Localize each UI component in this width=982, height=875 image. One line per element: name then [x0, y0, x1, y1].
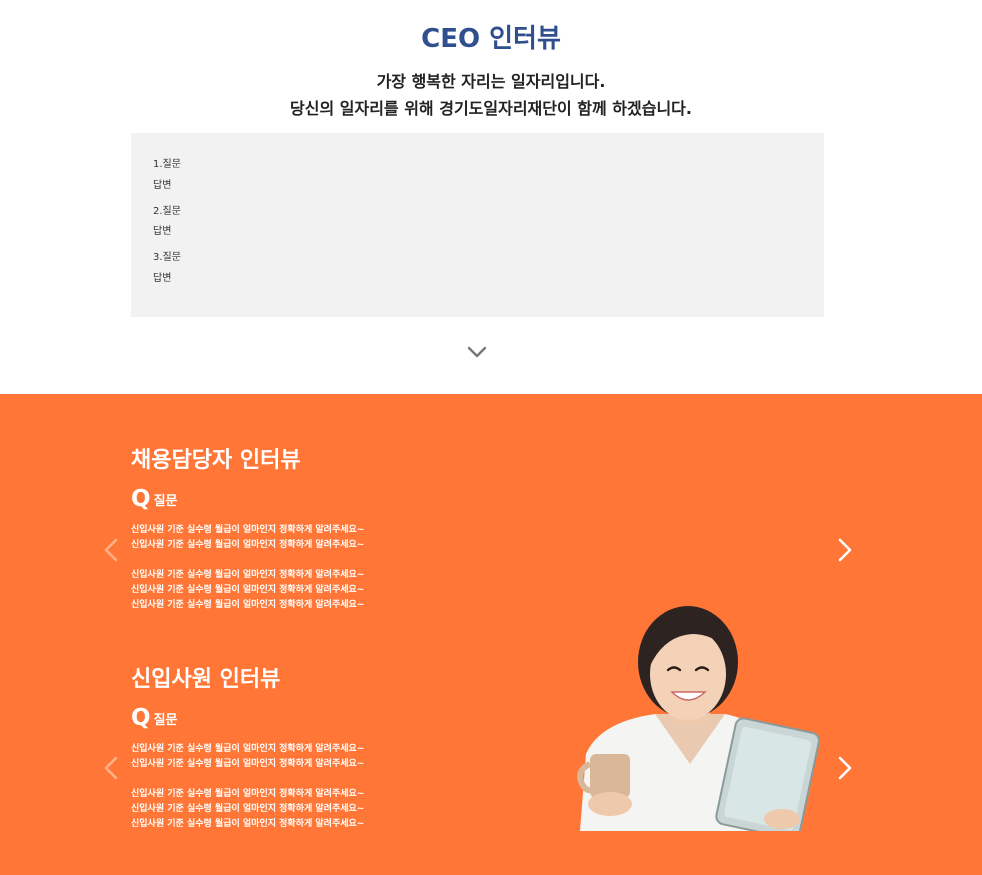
chevron-right-icon[interactable] [836, 537, 854, 563]
newhire-line-5: 신입사원 기준 실수령 월급이 얼마인지 정확하게 알려주세요~ [131, 819, 365, 829]
answer-1: 답변 [153, 180, 172, 191]
question-3: 3.질문 [153, 252, 181, 263]
question-label: 질문 [153, 493, 178, 509]
chevron-left-icon[interactable] [102, 537, 120, 563]
question-label: 질문 [153, 712, 178, 728]
recruiter-question-header: Q 질문 [131, 487, 177, 511]
chevron-down-icon[interactable] [466, 344, 488, 360]
woman-with-cup-and-tablet-photo [577, 606, 820, 831]
page: CEO 인터뷰 가장 행복한 자리는 일자리입니다. 당신의 일자리를 위해 경… [0, 0, 982, 875]
ceo-title: CEO 인터뷰 [421, 24, 561, 54]
question-1: 1.질문 [153, 159, 181, 170]
newhire-line-2: 신입사원 기준 실수령 월급이 얼마인지 정확하게 알려주세요~ [131, 759, 365, 769]
newhire-interview-title: 신입사원 인터뷰 [131, 667, 281, 692]
recruiter-line-5: 신입사원 기준 실수령 월급이 얼마인지 정확하게 알려주세요~ [131, 600, 365, 610]
newhire-line-3: 신입사원 기준 실수령 월급이 얼마인지 정확하게 알려주세요~ [131, 789, 365, 799]
recruiter-line-2: 신입사원 기준 실수령 월급이 얼마인지 정확하게 알려주세요~ [131, 540, 365, 550]
ceo-interview-section: CEO 인터뷰 가장 행복한 자리는 일자리입니다. 당신의 일자리를 위해 경… [0, 0, 982, 394]
recruiter-line-3: 신입사원 기준 실수령 월급이 얼마인지 정확하게 알려주세요~ [131, 570, 365, 580]
chevron-left-icon[interactable] [102, 755, 120, 781]
recruiter-line-1: 신입사원 기준 실수령 월급이 얼마인지 정확하게 알려주세요~ [131, 525, 365, 535]
ceo-subtitle-line-2: 당신의 일자리를 위해 경기도일자리재단이 함께 하겠습니다. [290, 99, 692, 118]
recruiter-interview-title: 채용담당자 인터뷰 [131, 448, 301, 473]
answer-3: 답변 [153, 273, 172, 284]
answer-2: 답변 [153, 226, 172, 237]
ceo-subtitle-line-1: 가장 행복한 자리는 일자리입니다. [376, 72, 606, 91]
chevron-right-icon[interactable] [836, 755, 854, 781]
ceo-subtitle: 가장 행복한 자리는 일자리입니다. 당신의 일자리를 위해 경기도일자리재단이… [0, 68, 982, 122]
interviews-section: 채용담당자 인터뷰 Q 질문 신입사원 기준 실수령 월급이 얼마인지 정확하게… [0, 394, 982, 875]
newhire-line-4: 신입사원 기준 실수령 월급이 얼마인지 정확하게 알려주세요~ [131, 804, 365, 814]
q-mark-icon: Q [131, 705, 151, 731]
question-2: 2.질문 [153, 206, 181, 217]
recruiter-line-4: 신입사원 기준 실수령 월급이 얼마인지 정확하게 알려주세요~ [131, 585, 365, 595]
q-mark-icon: Q [131, 486, 151, 512]
qa-box: 1.질문 답변 2.질문 답변 3.질문 답변 [131, 133, 824, 317]
newhire-line-1: 신입사원 기준 실수령 월급이 얼마인지 정확하게 알려주세요~ [131, 744, 365, 754]
newhire-question-header: Q 질문 [131, 706, 177, 730]
